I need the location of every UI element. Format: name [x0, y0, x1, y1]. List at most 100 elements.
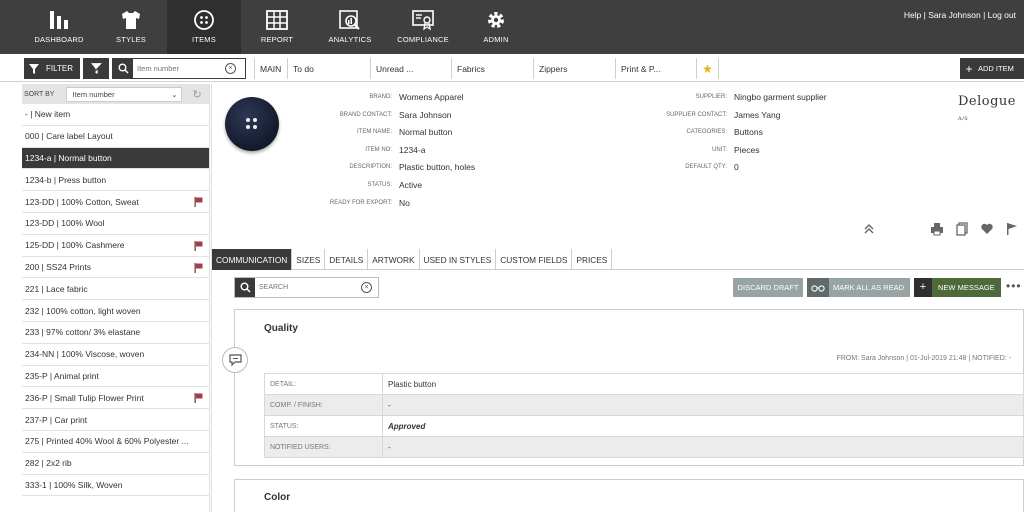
clear-search-icon[interactable]: × — [225, 63, 236, 74]
field-value[interactable]: Active — [399, 180, 422, 190]
tab-unread[interactable]: Unread ... — [371, 58, 452, 79]
tab-artwork[interactable]: ARTWORK — [368, 249, 420, 270]
communication-search: × — [234, 277, 379, 298]
mark-all-read-button[interactable]: MARK ALL AS READ — [807, 278, 910, 297]
tab-prices[interactable]: PRICES — [572, 249, 613, 270]
notified-users-key: NOTIFIED USERS: — [264, 436, 383, 458]
list-item[interactable]: 200 | SS24 Prints — [22, 257, 209, 279]
list-item[interactable]: 235-P | Animal print — [22, 366, 209, 388]
tab-communication[interactable]: COMMUNICATION — [212, 249, 293, 270]
sort-select[interactable]: Item number ⌄ — [66, 86, 183, 102]
tab-used-in-styles[interactable]: USED IN STYLES — [420, 249, 497, 270]
copy-icon[interactable] — [955, 222, 969, 236]
clear-filter-button[interactable] — [83, 58, 109, 79]
tab-main[interactable]: MAIN — [254, 58, 288, 79]
supplier-logo: Delogue A/S — [958, 94, 1024, 124]
flag-icon[interactable] — [1005, 222, 1019, 236]
nav-items[interactable]: ITEMS — [167, 0, 241, 54]
nav-admin[interactable]: ADMIN — [459, 0, 533, 54]
button-icon — [194, 10, 214, 30]
field-value[interactable]: Womens Apparel — [399, 92, 464, 102]
list-item[interactable]: - | New item — [22, 104, 209, 126]
filter-button[interactable]: FILTER — [24, 58, 80, 79]
field-label: SUPPLIER: — [695, 94, 727, 100]
list-item[interactable]: 123-DD | 100% Wool — [22, 213, 209, 235]
field-value[interactable]: Normal button — [399, 127, 452, 137]
list-item-label: - | New item — [25, 109, 71, 120]
field-label: ITEM NO: — [365, 146, 392, 153]
star-icon[interactable]: ★ — [697, 58, 719, 79]
field-value[interactable]: No — [399, 198, 410, 208]
field-value[interactable]: Plastic button, holes — [399, 162, 475, 172]
field-value[interactable]: Pieces — [734, 145, 760, 155]
flag-icon[interactable] — [194, 240, 203, 251]
tab-zippers[interactable]: Zippers — [534, 58, 616, 79]
new-message-label: NEW MESSAGE — [938, 283, 995, 292]
list-item-label: 333-1 | 100% Silk, Woven — [25, 479, 123, 490]
list-item[interactable]: 123-DD | 100% Cotton, Sweat — [22, 191, 209, 213]
list-item[interactable]: 125-DD | 100% Cashmere — [22, 235, 209, 257]
flag-icon[interactable] — [194, 197, 203, 208]
list-item-label: 232 | 100% cotton, light woven — [25, 305, 141, 316]
list-item[interactable]: 236-P | Small Tulip Flower Print — [22, 387, 209, 410]
field-value[interactable]: 1234-a — [399, 145, 425, 155]
add-item-button[interactable]: + ADD ITEM — [960, 58, 1024, 79]
list-item[interactable]: 275 | Printed 40% Wool & 60% Polyester .… — [22, 431, 209, 453]
field-value[interactable]: Buttons — [734, 127, 763, 137]
list-item[interactable]: 282 | 2x2 rib — [22, 453, 209, 475]
tab-custom-fields[interactable]: CUSTOM FIELDS — [496, 249, 573, 270]
search-icon[interactable] — [113, 59, 133, 78]
list-item[interactable]: 1234-a | Normal button — [22, 147, 209, 170]
field-value[interactable]: 0 — [734, 162, 739, 172]
list-item[interactable]: 232 | 100% cotton, light woven — [22, 300, 209, 322]
plus-icon: + — [965, 61, 973, 76]
field-value[interactable]: Ningbo garment supplier — [734, 92, 827, 102]
list-item[interactable]: 234-NN | 100% Viscose, woven — [22, 344, 209, 366]
list-item-label: 233 | 97% cotton/ 3% elastane — [25, 327, 141, 338]
print-icon[interactable] — [930, 222, 944, 236]
discard-draft-button[interactable]: DISCARD DRAFT — [733, 278, 803, 297]
heart-icon[interactable] — [980, 222, 994, 236]
list-item[interactable]: 233 | 97% cotton/ 3% elastane — [22, 322, 209, 344]
list-item[interactable]: 333-1 | 100% Silk, Woven — [22, 475, 209, 497]
item-search-input[interactable] — [133, 64, 225, 73]
nav-report[interactable]: REPORT — [240, 0, 314, 54]
list-item[interactable]: 1234-b | Press button — [22, 169, 209, 192]
list-item-label: 125-DD | 100% Cashmere — [25, 240, 125, 251]
list-item-label: 237-P | Car print — [25, 414, 88, 425]
collapse-icon[interactable] — [862, 222, 876, 236]
list-item[interactable]: 237-P | Car print — [22, 409, 209, 431]
list-item[interactable]: 221 | Lace fabric — [22, 278, 209, 301]
refresh-icon[interactable]: ↻ — [192, 88, 201, 101]
flag-icon[interactable] — [194, 262, 203, 273]
new-message-button[interactable]: + NEW MESSAGE — [914, 278, 1001, 297]
filter-label: FILTER — [46, 64, 73, 73]
nav-dashboard[interactable]: DASHBOARD — [22, 0, 96, 54]
clear-search-icon[interactable]: × — [361, 282, 372, 293]
tab-to-do[interactable]: To do — [288, 58, 371, 79]
tab-details[interactable]: DETAILS — [325, 249, 369, 270]
reply-bubble-icon[interactable] — [222, 347, 248, 373]
nav-analytics[interactable]: ANALYTICS — [313, 0, 387, 54]
flag-icon[interactable] — [194, 393, 203, 404]
tab-print[interactable]: Print & P... — [616, 58, 697, 79]
communication-search-input[interactable] — [255, 284, 361, 291]
field-value[interactable]: Sara Johnson — [399, 110, 451, 120]
more-options-icon[interactable]: ••• — [1006, 280, 1022, 292]
nav-analytics-label: ANALYTICS — [328, 35, 372, 44]
nav-compliance[interactable]: COMPLIANCE — [386, 0, 460, 54]
sidebar-divider — [211, 84, 212, 512]
list-item-label: 275 | Printed 40% Wool & 60% Polyester .… — [25, 436, 189, 447]
field-value[interactable]: James Yang — [734, 110, 780, 120]
tab-fabrics[interactable]: Fabrics — [452, 58, 534, 79]
message-title: Quality — [264, 323, 298, 334]
message-detail-table: DETAIL: Plastic button COMP. / FINISH: -… — [264, 373, 1024, 458]
nav-compliance-label: COMPLIANCE — [397, 35, 449, 44]
list-item[interactable]: 000 | Care label Layout — [22, 126, 209, 148]
certificate-icon — [412, 10, 434, 31]
list-item-label: 236-P | Small Tulip Flower Print — [25, 392, 144, 403]
nav-styles[interactable]: STYLES — [94, 0, 168, 54]
user-links[interactable]: Help | Sara Johnson | Log out — [904, 10, 1016, 20]
tab-sizes[interactable]: SIZES — [292, 249, 326, 270]
search-icon[interactable] — [235, 278, 255, 297]
